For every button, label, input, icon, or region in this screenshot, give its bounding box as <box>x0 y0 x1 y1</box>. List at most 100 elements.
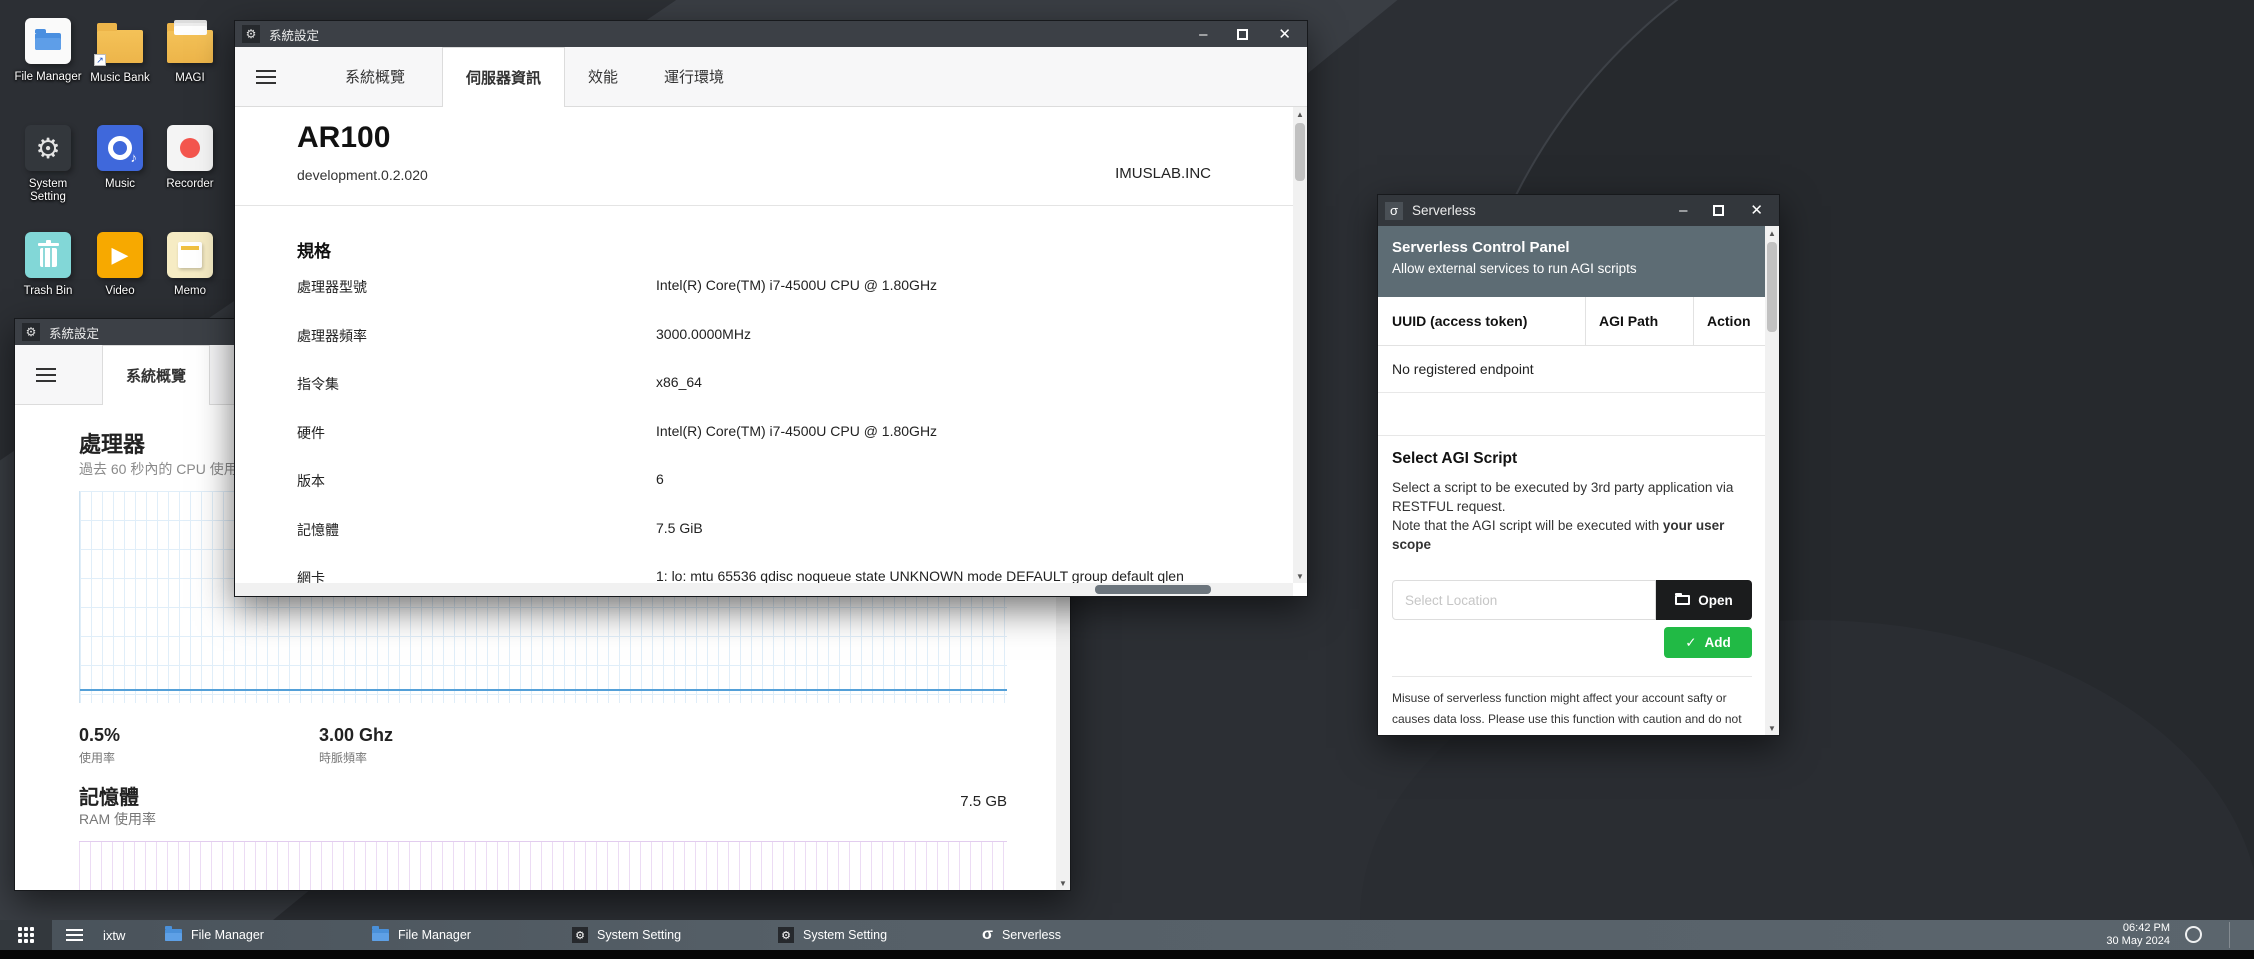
spec-label: 記憶體 <box>297 520 656 540</box>
spec-label: 處理器頻率 <box>297 326 656 346</box>
close-button[interactable]: ✕ <box>1750 203 1763 218</box>
serverless-panel-header: Serverless Control Panel Allow external … <box>1378 226 1765 297</box>
taskbar-clock[interactable]: 06:42 PM 30 May 2024 <box>2106 922 2170 948</box>
scroll-down-icon[interactable]: ▼ <box>1293 569 1307 583</box>
clock-date: 30 May 2024 <box>2106 935 2170 948</box>
taskbar-item-system-setting-2[interactable]: ⚙ System Setting <box>778 920 887 950</box>
apps-grid-icon <box>18 927 34 943</box>
spec-label: 指令集 <box>297 374 656 394</box>
window-title: 系統設定 <box>49 323 99 342</box>
icon-label: System Setting <box>13 178 83 204</box>
app-launcher-button[interactable] <box>0 920 52 950</box>
close-button[interactable]: ✕ <box>1278 27 1291 42</box>
desktop: File Manager ↗ Music Bank MAGI ⚙ System … <box>0 0 2254 959</box>
gear-icon: ⚙ <box>778 927 794 943</box>
window-content: Serverless Control Panel Allow external … <box>1378 226 1779 735</box>
scrollbar-horizontal[interactable] <box>235 583 1293 596</box>
scroll-thumb[interactable] <box>1767 242 1777 332</box>
cpu-subtitle: 過去 60 秒內的 CPU 使用率 <box>79 459 252 479</box>
icon-label: Recorder <box>166 178 213 191</box>
tab-system-overview[interactable]: 系統概覽 <box>102 345 210 405</box>
taskbar-item-serverless[interactable]: σ Serverless <box>982 920 1061 950</box>
ram-usage-chart <box>79 841 1007 890</box>
icon-label: File Manager <box>14 71 81 84</box>
taskbar-item-file-manager-1[interactable]: File Manager <box>165 920 264 950</box>
scroll-up-icon[interactable]: ▲ <box>1765 226 1779 240</box>
spec-row: 硬件Intel(R) Core(TM) i7-4500U CPU @ 1.80G… <box>297 423 1287 472</box>
spec-row: 版本6 <box>297 471 1287 520</box>
desktop-icon-music[interactable]: ♪ Music <box>85 125 155 191</box>
show-desktop-divider[interactable] <box>2229 922 2230 948</box>
record-icon <box>167 125 213 171</box>
add-button[interactable]: ✓ Add <box>1664 627 1752 658</box>
divider <box>235 205 1293 206</box>
specs-table: 處理器型號Intel(R) Core(TM) i7-4500U CPU @ 1.… <box>297 277 1287 596</box>
cpu-heading: 處理器 <box>79 427 145 459</box>
open-button[interactable]: Open <box>1656 580 1752 620</box>
taskbar-item-file-manager-2[interactable]: File Manager <box>372 920 471 950</box>
desktop-icon-music-bank[interactable]: ↗ Music Bank <box>85 18 155 85</box>
tab-server-info[interactable]: 伺服器資訊 <box>442 47 565 107</box>
divider <box>1378 435 1765 436</box>
folder-shortcut-icon: ↗ <box>97 30 143 63</box>
tab-system-overview[interactable]: 系統概覽 <box>322 47 428 106</box>
spec-value: x86_64 <box>656 374 702 390</box>
spec-row: 處理器頻率3000.0000MHz <box>297 326 1287 375</box>
scroll-down-icon[interactable]: ▼ <box>1765 721 1779 735</box>
desktop-icon-recorder[interactable]: Recorder <box>155 125 225 191</box>
folder-icon <box>372 929 389 941</box>
taskbar-menu-icon[interactable] <box>66 929 83 941</box>
taskbar-bottom-strip <box>0 950 2254 959</box>
spec-label: 處理器型號 <box>297 277 656 297</box>
scrollbar-vertical[interactable]: ▲ ▼ <box>1765 226 1779 735</box>
spec-value: 7.5 GiB <box>656 520 703 536</box>
scroll-thumb[interactable] <box>1095 585 1211 594</box>
menu-icon[interactable] <box>36 368 56 382</box>
maximize-button[interactable] <box>1237 29 1248 40</box>
scroll-up-icon[interactable]: ▲ <box>1293 107 1307 121</box>
desktop-icon-memo[interactable]: Memo <box>155 232 225 298</box>
trash-icon <box>25 232 71 278</box>
icon-label: MAGI <box>175 72 204 85</box>
menu-icon[interactable] <box>256 70 276 84</box>
gear-icon: ⚙ <box>242 25 260 43</box>
window-content: AR100 development.0.2.020 IMUSLAB.INC 規格… <box>235 107 1307 596</box>
gear-icon: ⚙ <box>25 125 71 171</box>
clock-time: 06:42 PM <box>2106 922 2170 935</box>
desktop-icon-system-setting[interactable]: ⚙ System Setting <box>13 125 83 204</box>
scrollbar-vertical[interactable]: ▲ ▼ <box>1293 107 1307 583</box>
icon-label: Trash Bin <box>24 285 73 298</box>
icon-label: Music Bank <box>90 72 149 85</box>
tab-performance[interactable]: 效能 <box>565 47 641 106</box>
minimize-button[interactable]: – <box>1199 27 1207 42</box>
window-titlebar[interactable]: σ Serverless – ✕ <box>1378 195 1779 226</box>
scroll-thumb[interactable] <box>1295 123 1305 181</box>
spec-value: Intel(R) Core(TM) i7-4500U CPU @ 1.80GHz <box>656 277 937 293</box>
taskbar-item-system-setting-1[interactable]: ⚙ System Setting <box>572 920 681 950</box>
notification-circle-icon[interactable] <box>2185 926 2202 943</box>
tab-runtime[interactable]: 運行環境 <box>641 47 747 106</box>
script-location-input[interactable] <box>1392 580 1656 620</box>
serverless-icon: σ <box>1385 202 1403 220</box>
window-titlebar[interactable]: ⚙ 系統設定 – ✕ <box>235 21 1307 47</box>
taskbar: ixtw File Manager File Manager ⚙ System … <box>0 920 2254 950</box>
spec-value: 3000.0000MHz <box>656 326 751 342</box>
empty-endpoint-row: No registered endpoint <box>1378 346 1765 393</box>
memo-icon <box>167 232 213 278</box>
description-line1: Select a script to be executed by 3rd pa… <box>1392 480 1733 514</box>
scroll-down-icon[interactable]: ▼ <box>1056 876 1070 890</box>
window-title: 系統設定 <box>269 25 319 44</box>
spec-row: 指令集x86_64 <box>297 374 1287 423</box>
panel-subtitle: Allow external services to run AGI scrip… <box>1392 261 1751 276</box>
desktop-icon-video[interactable]: ▶ Video <box>85 232 155 298</box>
desktop-icon-magi[interactable]: MAGI <box>155 18 225 85</box>
desktop-icon-file-manager[interactable]: File Manager <box>13 18 83 84</box>
desktop-icon-trash-bin[interactable]: Trash Bin <box>13 232 83 298</box>
minimize-button[interactable]: – <box>1679 203 1687 218</box>
endpoint-table-header: UUID (access token) AGI Path Action <box>1378 297 1765 346</box>
cpu-clock-label: 時脈頻率 <box>319 749 367 766</box>
column-agi-path: AGI Path <box>1585 297 1693 345</box>
spec-value: 6 <box>656 471 664 487</box>
description-line2: Note that the AGI script will be execute… <box>1392 518 1663 533</box>
maximize-button[interactable] <box>1713 205 1724 216</box>
